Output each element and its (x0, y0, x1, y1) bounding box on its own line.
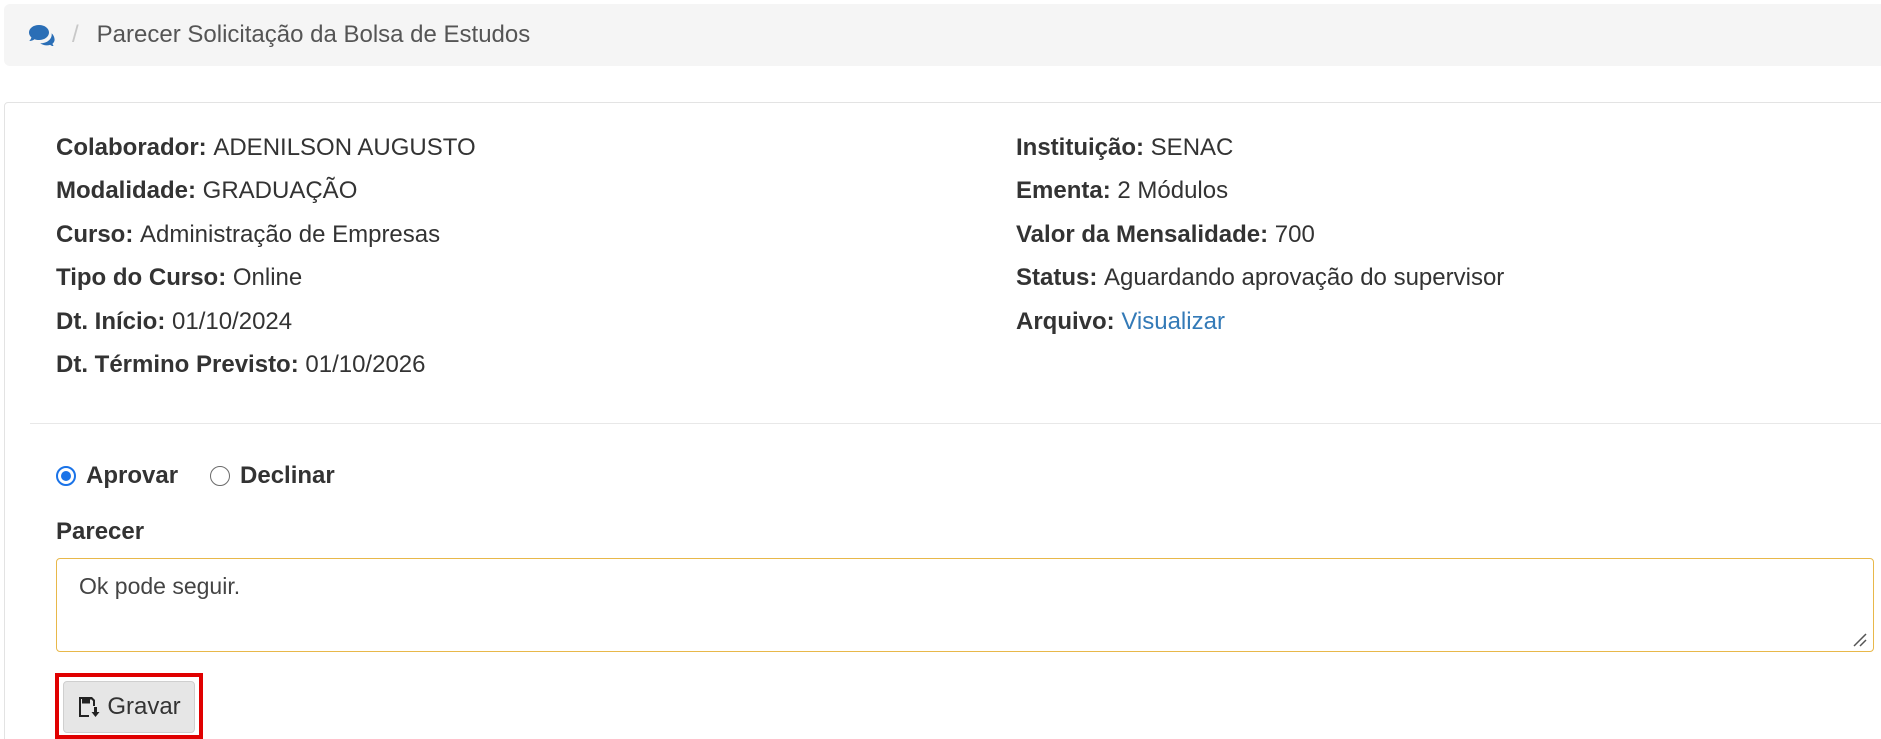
decision-radio-group: Aprovar Declinar (56, 462, 367, 490)
detail-label: Curso: (56, 220, 140, 248)
detail-dt-termino: Dt. Término Previsto: 01/10/2026 (56, 345, 476, 388)
detail-value: 700 (1274, 220, 1315, 248)
detail-value: SENAC (1150, 134, 1234, 161)
approve-label[interactable]: Aprovar (86, 462, 178, 490)
decline-label[interactable]: Declinar (240, 462, 335, 490)
detail-value: 01/10/2024 (172, 307, 293, 335)
detail-value: Online (232, 264, 303, 292)
detail-arquivo: Arquivo: Visualizar (1016, 302, 1504, 345)
parecer-text[interactable]: Ok pode seguir. (79, 573, 240, 599)
view-file-link[interactable]: Visualizar (1121, 308, 1225, 335)
detail-ementa: Ementa: 2 Módulos (1016, 171, 1504, 214)
detail-value: ADENILSON AUGUSTO (213, 134, 476, 161)
details-left-column: Colaborador: ADENILSON AUGUSTO Modalidad… (56, 128, 476, 388)
detail-label: Colaborador: (56, 134, 214, 161)
detail-value: GRADUAÇÃO (202, 177, 358, 205)
section-divider (30, 423, 1881, 424)
page-title: Parecer Solicitação da Bolsa de Estudos (96, 21, 531, 48)
detail-valor-mensalidade: Valor da Mensalidade: 700 (1016, 215, 1504, 258)
detail-modalidade: Modalidade: GRADUAÇÃO (56, 171, 476, 214)
approve-radio[interactable] (56, 466, 76, 486)
breadcrumb: / Parecer Solicitação da Bolsa de Estudo… (4, 4, 1881, 66)
comments-icon[interactable] (28, 22, 60, 48)
resize-grip-icon[interactable] (1851, 631, 1867, 647)
detail-value: 01/10/2026 (305, 350, 426, 378)
approve-option[interactable]: Aprovar (56, 462, 178, 490)
detail-colaborador: Colaborador: ADENILSON AUGUSTO (56, 128, 476, 171)
detail-label: Arquivo: (1016, 307, 1122, 335)
detail-value: Administração de Empresas (140, 220, 441, 248)
parecer-textarea[interactable]: Ok pode seguir. (56, 558, 1874, 652)
detail-dt-inicio: Dt. Início: 01/10/2024 (56, 302, 476, 345)
detail-label: Instituição: (1016, 134, 1151, 161)
detail-tipo-curso: Tipo do Curso: Online (56, 258, 476, 301)
save-icon (77, 695, 101, 719)
parecer-label: Parecer (56, 518, 145, 545)
detail-instituicao: Instituição: SENAC (1016, 128, 1504, 171)
breadcrumb-separator: / (72, 21, 79, 48)
save-label: Gravar (107, 693, 181, 720)
detail-curso: Curso: Administração de Empresas (56, 215, 476, 258)
detail-label: Valor da Mensalidade: (1016, 220, 1275, 248)
decline-radio[interactable] (210, 466, 231, 486)
detail-label: Dt. Início: (56, 307, 172, 335)
detail-value: Aguardando aprovação do supervisor (1104, 264, 1505, 292)
save-button[interactable]: Gravar (63, 681, 195, 733)
detail-label: Modalidade: (56, 177, 203, 205)
detail-label: Dt. Término Previsto: (56, 350, 306, 378)
detail-label: Ementa: (1016, 177, 1118, 205)
detail-value: 2 Módulos (1117, 177, 1229, 205)
detail-label: Tipo do Curso: (56, 264, 233, 292)
detail-label: Status: (1016, 264, 1105, 292)
decline-option[interactable]: Declinar (210, 462, 335, 490)
detail-status: Status: Aguardando aprovação do supervis… (1016, 258, 1504, 301)
details-right-column: Instituição: SENAC Ementa: 2 Módulos Val… (1016, 128, 1504, 345)
